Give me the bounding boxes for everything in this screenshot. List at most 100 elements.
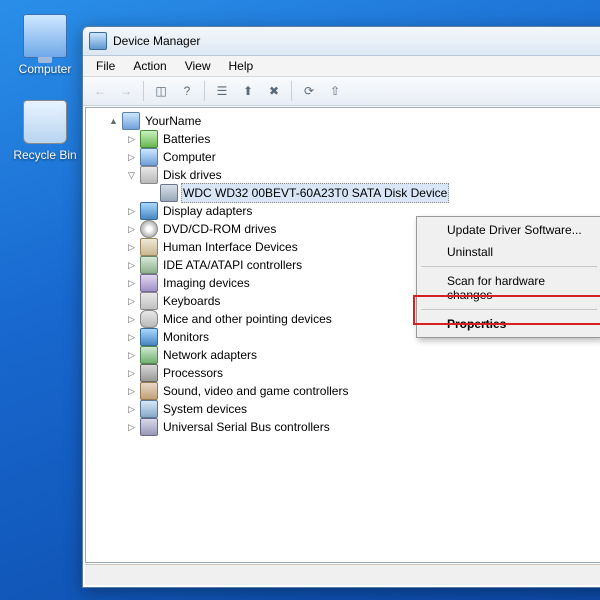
expander-icon[interactable]: ▷ xyxy=(126,350,137,361)
usb-icon xyxy=(140,418,158,436)
pc-icon xyxy=(140,148,158,166)
img-icon xyxy=(140,274,158,292)
tree-node-label: Human Interface Devices xyxy=(161,238,300,256)
tree-node-label: IDE ATA/ATAPI controllers xyxy=(161,256,304,274)
expander-icon[interactable]: ▷ xyxy=(126,224,137,235)
tree-node-label: System devices xyxy=(161,400,249,418)
context-menu-separator xyxy=(421,266,597,267)
sys-icon xyxy=(140,400,158,418)
tree-node-label: Mice and other pointing devices xyxy=(161,310,334,328)
expander-icon[interactable]: ▷ xyxy=(126,368,137,379)
dvd-icon xyxy=(140,220,158,238)
computer-icon xyxy=(23,14,67,58)
tree-node-batt[interactable]: ▷ Batteries xyxy=(92,130,600,148)
tree-node-label: Display adapters xyxy=(161,202,254,220)
scan-hardware-button[interactable]: ⟳ xyxy=(298,80,320,102)
properties-button[interactable]: ☰ xyxy=(211,80,233,102)
net-icon xyxy=(140,346,158,364)
snd-icon xyxy=(140,382,158,400)
tree-root[interactable]: ▲ YourName xyxy=(92,112,600,130)
forward-button[interactable]: → xyxy=(115,80,137,102)
context-menu-item[interactable]: Scan for hardware changes xyxy=(419,270,599,306)
tree-node-sys[interactable]: ▷ System devices xyxy=(92,400,600,418)
tree-node-label: Sound, video and game controllers xyxy=(161,382,350,400)
context-menu: Update Driver Software...Uninstall Scan f… xyxy=(416,216,600,338)
expander-icon[interactable]: ▷ xyxy=(126,206,137,217)
tree-node-label: YourName xyxy=(143,112,203,130)
expander-icon[interactable]: ▷ xyxy=(126,314,137,325)
cpu-icon xyxy=(140,364,158,382)
context-menu-item[interactable]: Uninstall xyxy=(419,241,599,263)
show-hidden-button[interactable]: ◫ xyxy=(150,80,172,102)
context-menu-item[interactable]: Update Driver Software... xyxy=(419,219,599,241)
tree-node-label: Universal Serial Bus controllers xyxy=(161,418,332,436)
tree-node-net[interactable]: ▷ Network adapters xyxy=(92,346,600,364)
window-title: Device Manager xyxy=(113,34,200,48)
menu-action[interactable]: Action xyxy=(124,57,175,75)
up-button[interactable]: ⇧ xyxy=(324,80,346,102)
desktop-icon-label: Computer xyxy=(10,62,80,76)
tree-node-label: Imaging devices xyxy=(161,274,252,292)
statusbar xyxy=(85,564,600,585)
context-menu-separator xyxy=(421,309,597,310)
expander-icon[interactable]: ▷ xyxy=(126,404,137,415)
hid-icon xyxy=(140,238,158,256)
update-driver-button[interactable]: ⬆ xyxy=(237,80,259,102)
uninstall-button[interactable]: ✖ xyxy=(263,80,285,102)
help-button[interactable]: ? xyxy=(176,80,198,102)
tree-node-cpu[interactable]: ▷ Processors xyxy=(92,364,600,382)
expander-icon[interactable]: ▲ xyxy=(108,116,119,127)
desktop-icon-label: Recycle Bin xyxy=(10,148,80,162)
tree-node-label: Processors xyxy=(161,364,225,382)
menu-help[interactable]: Help xyxy=(220,57,263,75)
tree-node-label: Monitors xyxy=(161,328,211,346)
tree-node-snd[interactable]: ▷ Sound, video and game controllers xyxy=(92,382,600,400)
toolbar: ← → ◫ ? ☰ ⬆ ✖ ⟳ ⇧ xyxy=(83,77,600,106)
disp-icon xyxy=(140,202,158,220)
hdd-icon xyxy=(160,184,178,202)
desktop: Computer Recycle Bin Device Manager File… xyxy=(0,0,600,600)
ide-icon xyxy=(140,256,158,274)
toolbar-separator xyxy=(291,81,292,101)
desktop-icon-recycle-bin[interactable]: Recycle Bin xyxy=(10,100,80,162)
expander-icon[interactable]: ▷ xyxy=(126,386,137,397)
devmgr-icon xyxy=(89,32,107,50)
titlebar[interactable]: Device Manager xyxy=(83,27,600,56)
tree-node-pc[interactable]: ▷ Computer xyxy=(92,148,600,166)
disp-icon xyxy=(140,328,158,346)
tree-node-label: Network adapters xyxy=(161,346,259,364)
kbd-icon xyxy=(140,292,158,310)
tree-node-label: Batteries xyxy=(161,130,212,148)
expander-icon[interactable]: ▷ xyxy=(126,134,137,145)
expander-icon[interactable]: ▷ xyxy=(126,296,137,307)
menu-view[interactable]: View xyxy=(176,57,220,75)
tree-node-disk[interactable]: ▽ Disk drives xyxy=(92,166,600,184)
tree-leaf-hdd[interactable]: WDC WD32 00BEVT-60A23T0 SATA Disk Device xyxy=(92,184,600,202)
expander-icon[interactable]: ▷ xyxy=(126,278,137,289)
expander-icon[interactable]: ▷ xyxy=(126,332,137,343)
tree-node-label: DVD/CD-ROM drives xyxy=(161,220,278,238)
toolbar-separator xyxy=(204,81,205,101)
tree-node-label: Computer xyxy=(161,148,218,166)
tree-node-label: Keyboards xyxy=(161,292,222,310)
expander-placeholder xyxy=(146,188,157,199)
expander-icon[interactable]: ▷ xyxy=(126,422,137,433)
computer-icon xyxy=(122,112,140,130)
toolbar-separator xyxy=(143,81,144,101)
disk-icon xyxy=(140,166,158,184)
context-menu-item[interactable]: Properties xyxy=(419,313,599,335)
tree-node-label: WDC WD32 00BEVT-60A23T0 SATA Disk Device xyxy=(181,183,449,203)
expander-icon[interactable]: ▽ xyxy=(126,170,137,181)
tree-node-label: Disk drives xyxy=(161,166,224,184)
back-button[interactable]: ← xyxy=(89,80,111,102)
expander-icon[interactable]: ▷ xyxy=(126,260,137,271)
tree-node-usb[interactable]: ▷ Universal Serial Bus controllers xyxy=(92,418,600,436)
batt-icon xyxy=(140,130,158,148)
expander-icon[interactable]: ▷ xyxy=(126,152,137,163)
desktop-icon-computer[interactable]: Computer xyxy=(10,14,80,76)
expander-icon[interactable]: ▷ xyxy=(126,242,137,253)
menu-file[interactable]: File xyxy=(87,57,124,75)
mouse-icon xyxy=(140,310,158,328)
menubar: File Action View Help xyxy=(83,56,600,77)
recycle-bin-icon xyxy=(23,100,67,144)
